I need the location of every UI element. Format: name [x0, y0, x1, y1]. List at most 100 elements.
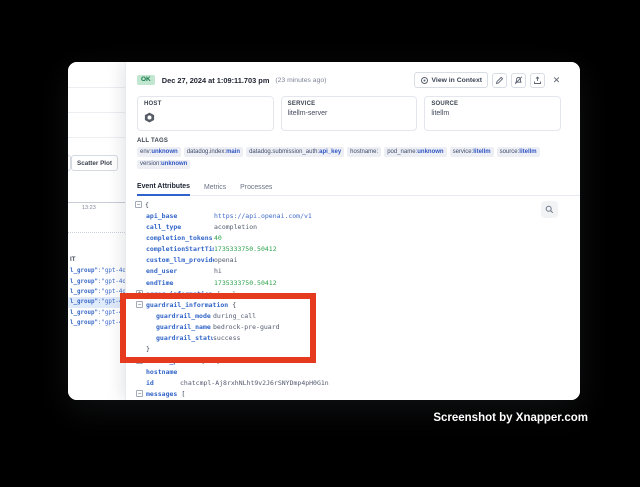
all-tags-label: ALL TAGS — [137, 138, 561, 144]
collapse-icon[interactable]: − — [135, 201, 142, 208]
json-key: id — [146, 379, 180, 387]
mute-button[interactable] — [511, 73, 526, 88]
panel-header: OK Dec 27, 2024 at 1:09:11.703 pm (23 mi… — [137, 71, 564, 89]
row-key: l_group" — [70, 289, 98, 295]
tag-pill[interactable]: hostname: — [347, 147, 381, 157]
json-value: success — [213, 334, 240, 342]
json-value: 1735333750.50412 — [214, 245, 277, 253]
json-row: } — [146, 344, 580, 355]
json-punctuation: {...} — [201, 357, 221, 365]
list-item[interactable]: l_group":"gpt-4o — [68, 266, 125, 276]
background-explorer-panel: Scatter Plot 13:23 IT l_group":"gpt-4ol_… — [68, 62, 125, 400]
row-value: :"gpt-4o — [98, 320, 125, 326]
json-punctuation: {...} — [217, 290, 237, 298]
relative-time: (23 minutes ago) — [275, 77, 326, 84]
expand-icon[interactable]: + — [136, 357, 143, 364]
tag-key: datadog.submission_auth: — [249, 149, 319, 156]
json-row: guardrail_statussuccess — [156, 333, 580, 344]
expand-icon[interactable]: + — [136, 290, 143, 297]
json-key: guardrail_mode — [156, 312, 213, 320]
json-row: guardrail_namebedrock-pre-guard — [156, 322, 580, 333]
group-row-list: l_group":"gpt-4ol_group":"gpt-4ol_group"… — [68, 266, 125, 328]
tag-key: service: — [453, 149, 474, 156]
info-card: SERVICE litellm-server — [281, 96, 418, 131]
axis-tick-label: 13:23 — [82, 205, 96, 211]
tag-pill[interactable]: env:unknown — [137, 147, 181, 157]
json-row: +hidden_params {...} — [136, 355, 580, 366]
tag-value: api_key — [319, 149, 341, 156]
mute-icon — [514, 76, 523, 85]
divider — [68, 112, 125, 113]
row-value: :"gpt-4o — [98, 310, 125, 316]
json-key: call_type — [146, 223, 214, 231]
tag-value: unknown — [417, 149, 443, 156]
info-card: HOST — [137, 96, 274, 131]
export-button[interactable] — [530, 73, 545, 88]
tag-key: version: — [140, 161, 161, 168]
tag-pill[interactable]: datadog.submission_auth:api_key — [246, 147, 344, 157]
card-value: litellm — [431, 110, 554, 117]
view-in-context-button[interactable]: View in Context — [414, 72, 488, 88]
tag-pill[interactable]: datadog.index:main — [184, 147, 243, 157]
close-icon: ✕ — [553, 75, 561, 86]
list-item[interactable]: l_group":"gpt-4o — [68, 318, 125, 328]
json-value: during_call — [213, 312, 256, 320]
json-key: hostname — [146, 368, 180, 376]
row-key: l_group" — [70, 320, 98, 326]
export-icon — [533, 76, 542, 85]
json-value: bedrock-pre-guard — [213, 323, 280, 331]
collapse-icon[interactable]: − — [136, 301, 143, 308]
row-value: :"gpt-4o — [98, 279, 125, 285]
edit-button[interactable] — [492, 73, 507, 88]
tag-pill[interactable]: service:litellm — [450, 147, 494, 157]
json-row: call_typeacompletion — [146, 221, 580, 232]
json-row: completionStartTime1735333750.50412 — [146, 244, 580, 255]
list-item[interactable]: l_group":"gpt-4o — [68, 308, 125, 318]
list-item[interactable]: l_group":"gpt-4o — [68, 276, 125, 286]
json-key: messages — [146, 390, 177, 398]
json-key: endTime — [146, 279, 214, 287]
event-detail-panel: OK Dec 27, 2024 at 1:09:11.703 pm (23 mi… — [125, 62, 580, 400]
tag-key: datadog.index: — [187, 149, 226, 156]
json-key: hidden_params — [146, 357, 197, 365]
row-key: l_group" — [70, 310, 98, 316]
row-key: l_group" — [70, 279, 98, 285]
tags-list: env:unknowndatadog.index:maindatadog.sub… — [137, 147, 561, 169]
row-key: l_group" — [70, 268, 98, 274]
json-value: 40 — [214, 234, 222, 242]
json-punctuation: { — [232, 301, 236, 309]
row-value: :"gpt-4o — [98, 268, 125, 274]
tag-pill[interactable]: version:unknown — [137, 160, 190, 170]
tag-value: litellm — [519, 149, 536, 156]
info-card: SOURCE litellm — [424, 96, 561, 131]
json-value: openai — [214, 256, 237, 264]
card-label: SOURCE — [431, 101, 554, 107]
row-value: :"gpt-4o — [98, 299, 125, 305]
json-punctuation: } — [146, 345, 150, 353]
tag-value: litellm — [473, 149, 490, 156]
all-tags-section: ALL TAGS env:unknowndatadog.index:mainda… — [137, 138, 561, 169]
collapse-icon[interactable]: − — [136, 390, 143, 397]
status-badge: OK — [137, 75, 155, 86]
tab[interactable]: Processes — [240, 184, 272, 195]
list-item[interactable]: l_group":"gpt-4o — [68, 287, 125, 297]
tab[interactable]: Metrics — [204, 184, 226, 195]
watermark-caption: Screenshot by Xnapper.com — [433, 412, 588, 424]
scope-icon — [420, 76, 429, 85]
tag-pill[interactable]: source:litellm — [497, 147, 540, 157]
json-value[interactable]: https://api.openai.com/v1 — [214, 212, 312, 220]
row-value: :"gpt-4o — [98, 289, 125, 295]
json-row: −guardrail_information{ — [136, 299, 580, 310]
tag-pill[interactable]: pod_name:unknown — [384, 147, 446, 157]
view-in-context-label: View in Context — [432, 77, 482, 84]
json-row: custom_llm_provideropenai — [146, 255, 580, 266]
event-detail-window: Scatter Plot 13:23 IT l_group":"gpt-4ol_… — [68, 62, 580, 400]
tab[interactable]: Event Attributes — [137, 183, 190, 196]
close-button[interactable]: ✕ — [549, 73, 564, 88]
scatter-plot-button[interactable]: Scatter Plot — [71, 155, 118, 171]
list-item[interactable]: l_group":"gpt-4o — [68, 297, 125, 307]
json-key: guardrail_name — [156, 323, 213, 331]
json-value: 1735333750.50412 — [214, 279, 277, 287]
tag-key: env: — [140, 149, 151, 156]
json-row: completion_tokens40 — [146, 232, 580, 243]
